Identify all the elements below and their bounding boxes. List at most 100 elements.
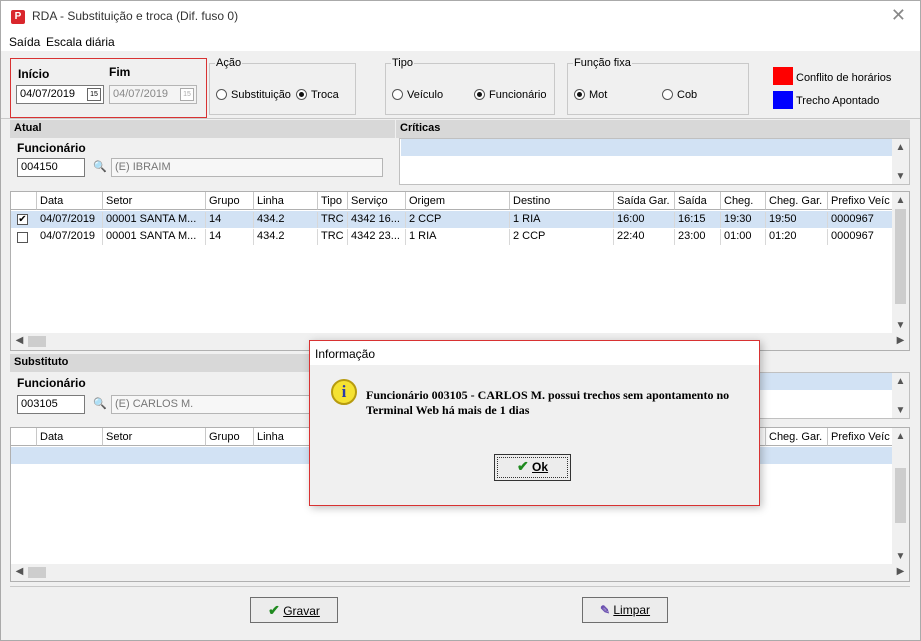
radio-label: Troca bbox=[311, 89, 339, 101]
cell-servico: 4342 23... bbox=[348, 229, 406, 245]
col-header[interactable]: Prefixo Veíc bbox=[828, 192, 894, 210]
acao-label: Ação bbox=[216, 57, 242, 69]
inicio-label: Início bbox=[18, 67, 50, 81]
eraser-icon: ✎ bbox=[599, 603, 611, 617]
menu-saida[interactable]: Saída bbox=[9, 35, 40, 49]
scroll-left-icon[interactable]: ◀ bbox=[11, 566, 28, 577]
scroll-thumb[interactable] bbox=[895, 209, 906, 304]
filter-toolbar: Início Fim 04/07/2019 15 04/07/2019 15 A… bbox=[1, 51, 920, 119]
scroll-left-icon[interactable]: ◀ bbox=[11, 335, 28, 346]
app-logo-icon: P bbox=[11, 10, 25, 24]
radio-funcionario[interactable]: Funcionário bbox=[474, 89, 546, 101]
scroll-right-icon[interactable]: ▶ bbox=[892, 335, 909, 346]
criticas-row[interactable] bbox=[401, 139, 892, 156]
cell-prefixo: 0000967 bbox=[828, 212, 894, 228]
substituto-code-input[interactable]: 003105 bbox=[17, 395, 85, 414]
col-header[interactable]: Cheg. Gar. bbox=[766, 428, 828, 446]
inicio-date-input[interactable]: 04/07/2019 15 bbox=[16, 85, 104, 104]
col-header[interactable]: Data bbox=[37, 428, 103, 446]
scroll-thumb[interactable] bbox=[28, 336, 46, 347]
binoculars-icon[interactable]: 🔍 bbox=[91, 395, 109, 413]
fim-date-value: 04/07/2019 bbox=[113, 88, 169, 100]
scroll-thumb[interactable] bbox=[28, 567, 46, 578]
substituto-criticas-scrollbar[interactable]: ▲ ▼ bbox=[892, 373, 909, 418]
gravar-button[interactable]: ✔ Gravar bbox=[250, 597, 338, 623]
col-header[interactable]: Linha bbox=[254, 192, 318, 210]
criticas-scrollbar[interactable]: ▲ ▼ bbox=[892, 139, 909, 184]
radio-label: Cob bbox=[677, 89, 698, 101]
cell-tipo: TRC bbox=[318, 212, 348, 228]
substituto-code-value: 003105 bbox=[21, 398, 58, 410]
criticas-header: Críticas bbox=[396, 120, 910, 138]
scroll-up-icon[interactable]: ▲ bbox=[892, 195, 909, 206]
col-header[interactable]: Cheg. Gar. bbox=[766, 192, 828, 210]
calendar-icon[interactable]: 15 bbox=[180, 88, 194, 101]
cell-prefixo: 0000967 bbox=[828, 229, 894, 245]
row-checkbox[interactable] bbox=[17, 232, 28, 243]
scroll-down-icon[interactable]: ▼ bbox=[892, 171, 909, 182]
scroll-up-icon[interactable]: ▲ bbox=[892, 376, 909, 387]
cell-grupo: 14 bbox=[206, 212, 254, 228]
col-header[interactable]: Tipo bbox=[318, 192, 348, 210]
trecho-legend-label: Trecho Apontado bbox=[796, 95, 880, 107]
cell-saida-gar: 22:40 bbox=[614, 229, 675, 245]
col-header[interactable]: Cheg. bbox=[721, 192, 766, 210]
col-header[interactable]: Setor bbox=[103, 192, 206, 210]
ok-button[interactable]: ✔ Ok bbox=[494, 454, 571, 481]
calendar-icon[interactable]: 15 bbox=[87, 88, 101, 101]
grid-header-check bbox=[11, 428, 37, 446]
col-header[interactable]: Grupo bbox=[206, 428, 254, 446]
scroll-down-icon[interactable]: ▼ bbox=[892, 320, 909, 331]
scroll-up-icon[interactable]: ▲ bbox=[892, 431, 909, 442]
col-header[interactable]: Destino bbox=[510, 192, 614, 210]
cell-data: 04/07/2019 bbox=[37, 212, 103, 228]
radio-substituicao[interactable]: Substituição bbox=[216, 89, 291, 101]
col-header[interactable]: Grupo bbox=[206, 192, 254, 210]
atual-vscrollbar[interactable]: ▲ ▼ bbox=[892, 192, 909, 333]
scroll-down-icon[interactable]: ▼ bbox=[892, 551, 909, 562]
substituto-hscrollbar[interactable]: ◀ ▶ bbox=[11, 564, 909, 581]
col-header[interactable]: Prefixo Veíc bbox=[828, 428, 894, 446]
substituto-vscrollbar[interactable]: ▲ ▼ bbox=[892, 428, 909, 564]
col-header[interactable]: Saída Gar. bbox=[614, 192, 675, 210]
cell-cheg-gar: 19:50 bbox=[766, 212, 828, 228]
col-header[interactable]: Saída bbox=[675, 192, 721, 210]
menu-escala-diaria[interactable]: Escala diária bbox=[46, 35, 115, 49]
col-header[interactable]: Setor bbox=[103, 428, 206, 446]
radio-cob[interactable]: Cob bbox=[662, 89, 697, 101]
binoculars-icon[interactable]: 🔍 bbox=[91, 158, 109, 176]
col-header[interactable]: Origem bbox=[406, 192, 510, 210]
radio-mot[interactable]: Mot bbox=[574, 89, 607, 101]
radio-label: Substituição bbox=[231, 89, 291, 101]
atual-grid: Data Setor Grupo Linha Tipo Serviço Orig… bbox=[10, 191, 910, 351]
grid-header-check bbox=[11, 192, 37, 210]
radio-troca[interactable]: Troca bbox=[296, 89, 339, 101]
cell-linha: 434.2 bbox=[254, 229, 318, 245]
close-icon[interactable]: ✕ bbox=[891, 5, 906, 26]
substituto-name-value: (E) CARLOS M. bbox=[115, 398, 194, 410]
cell-tipo: TRC bbox=[318, 229, 348, 245]
criticas-list: ▲ ▼ bbox=[399, 138, 910, 185]
scroll-up-icon[interactable]: ▲ bbox=[892, 142, 909, 153]
limpar-button[interactable]: ✎ Limpar bbox=[582, 597, 668, 623]
cell-setor: 00001 SANTA M... bbox=[103, 212, 206, 228]
scroll-thumb[interactable] bbox=[895, 468, 906, 523]
dialog-message: Funcionário 003105 - CARLOS M. possui tr… bbox=[366, 388, 730, 417]
col-header[interactable]: Data bbox=[37, 192, 103, 210]
fim-date-input[interactable]: 04/07/2019 15 bbox=[109, 85, 197, 104]
cell-servico: 4342 16... bbox=[348, 212, 406, 228]
atual-code-input[interactable]: 004150 bbox=[17, 158, 85, 177]
cell-data: 04/07/2019 bbox=[37, 229, 103, 245]
scroll-down-icon[interactable]: ▼ bbox=[892, 405, 909, 416]
radio-label: Veículo bbox=[407, 89, 444, 101]
col-header[interactable]: Serviço bbox=[348, 192, 406, 210]
cell-grupo: 14 bbox=[206, 229, 254, 245]
radio-veiculo[interactable]: Veículo bbox=[392, 89, 443, 101]
radio-selected-icon bbox=[474, 89, 485, 100]
scroll-right-icon[interactable]: ▶ bbox=[892, 566, 909, 577]
cell-saida: 23:00 bbox=[675, 229, 721, 245]
cell-destino: 2 CCP bbox=[510, 229, 614, 245]
cell-cheg: 19:30 bbox=[721, 212, 766, 228]
row-checkbox[interactable]: ✔ bbox=[17, 214, 28, 225]
radio-label: Funcionário bbox=[489, 89, 547, 101]
